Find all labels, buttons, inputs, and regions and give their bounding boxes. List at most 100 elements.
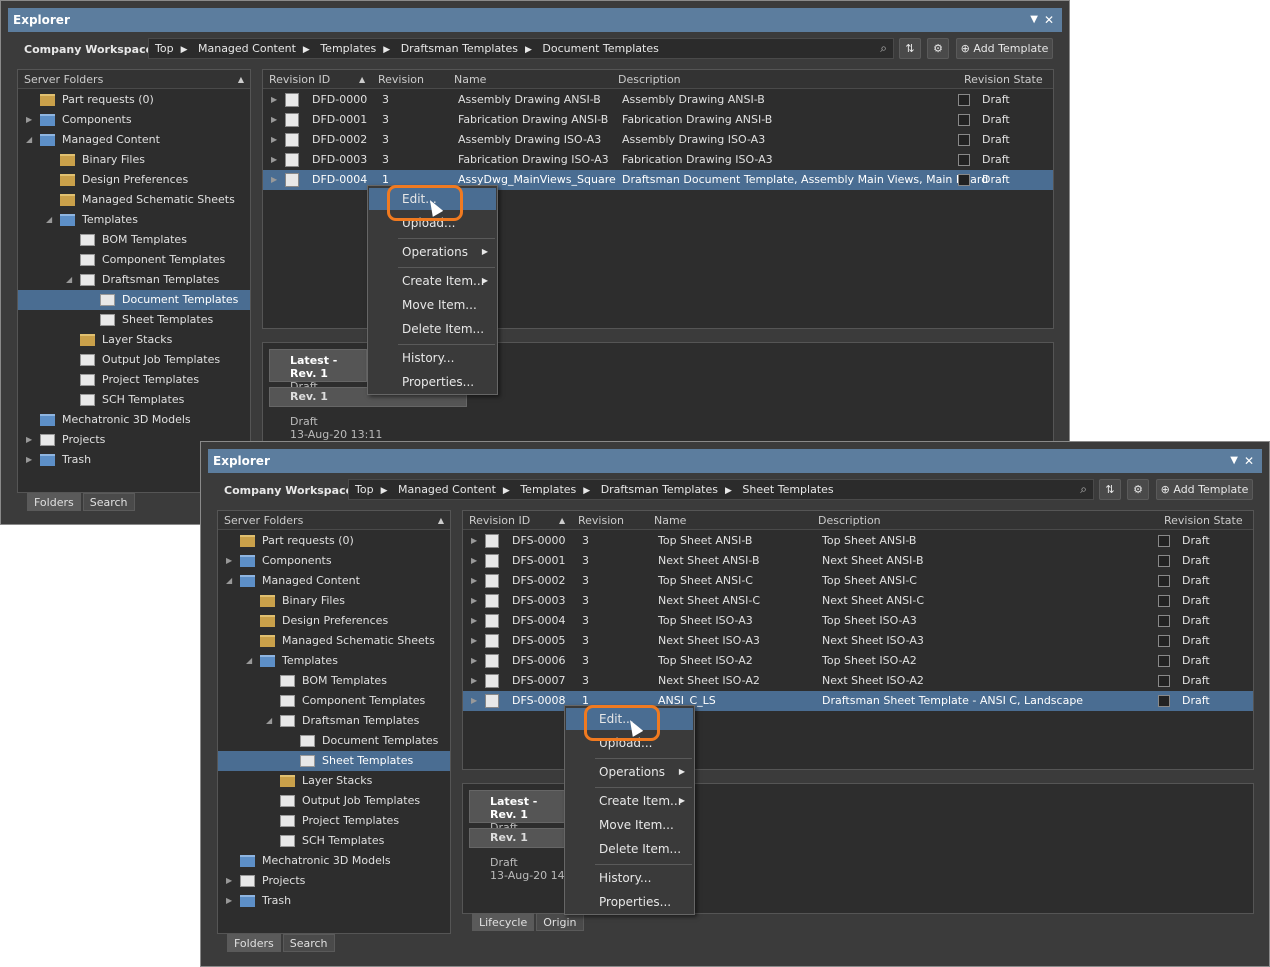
add-template-button[interactable]: ⊕ Add Template	[956, 38, 1053, 59]
menu-move-item[interactable]: Move Item...	[369, 294, 496, 316]
table-row[interactable]: ▶ DFS-0003 3 Next Sheet ANSI-C Next Sheet AN…	[463, 591, 1253, 611]
expand-arrow-icon[interactable]: ▶	[26, 430, 32, 450]
dropdown-arrow-icon[interactable]: ▼	[1230, 449, 1238, 473]
search-icon[interactable]: ⌕	[880, 39, 887, 58]
menu-properties[interactable]: Properties...	[566, 891, 693, 913]
col-name[interactable]: Name	[454, 70, 486, 89]
refresh-button[interactable]: ⇅	[899, 38, 921, 59]
crumb-managed-content[interactable]: Managed Content	[198, 42, 296, 55]
crumb-top[interactable]: Top	[155, 42, 174, 55]
crumb-top[interactable]: Top	[355, 483, 374, 496]
col-revision-state[interactable]: Revision State	[1164, 511, 1243, 530]
checkbox[interactable]	[1158, 575, 1170, 587]
expand-arrow-icon[interactable]: ▶	[471, 531, 477, 551]
col-revision-id[interactable]: Revision ID	[469, 511, 530, 530]
settings-button[interactable]: ⚙	[927, 38, 949, 59]
expand-arrow-icon[interactable]: ◢	[226, 571, 232, 591]
tree-item-binary-files[interactable]: Binary Files	[218, 591, 450, 611]
crumb-document-templates[interactable]: Document Templates	[542, 42, 658, 55]
expand-arrow-icon[interactable]: ▶	[271, 130, 277, 150]
tree-item-output-job-templates[interactable]: Output Job Templates	[18, 350, 250, 370]
tree-item-project-templates[interactable]: Project Templates	[18, 370, 250, 390]
tree-item-part-requests[interactable]: Part requests (0)	[218, 531, 450, 551]
tree-item-layer-stacks[interactable]: Layer Stacks	[218, 771, 450, 791]
expand-arrow-icon[interactable]: ▶	[271, 170, 277, 190]
tree-item-components[interactable]: ▶ Components	[18, 110, 250, 130]
menu-create-item[interactable]: Create Item... ▶	[566, 790, 693, 812]
menu-delete-item[interactable]: Delete Item...	[566, 838, 693, 860]
tab-lifecycle[interactable]: Lifecycle	[472, 913, 535, 931]
tree-item-bom-templates[interactable]: BOM Templates	[218, 671, 450, 691]
col-name[interactable]: Name	[654, 511, 686, 530]
expand-arrow-icon[interactable]: ▶	[226, 871, 232, 891]
tree-item-component-templates[interactable]: Component Templates	[218, 691, 450, 711]
tab-search[interactable]: Search	[282, 934, 335, 952]
expand-arrow-icon[interactable]: ▶	[471, 631, 477, 651]
table-row[interactable]: ▶ DFD-0003 3 Fabrication Drawing ISO-A3 Fabr…	[263, 150, 1053, 170]
tree-item-design-preferences[interactable]: Design Preferences	[18, 170, 250, 190]
table-row[interactable]: ▶ DFS-0006 3 Top Sheet ISO-A2 Top Sheet ISO-…	[463, 651, 1253, 671]
tree-item-trash[interactable]: ▶ Trash	[218, 891, 450, 911]
add-template-button[interactable]: ⊕ Add Template	[1156, 479, 1253, 500]
close-icon[interactable]: ✕	[1044, 8, 1054, 32]
checkbox[interactable]	[1158, 535, 1170, 547]
tab-origin[interactable]: Origin	[536, 913, 584, 931]
tree-item-bom-templates[interactable]: BOM Templates	[18, 230, 250, 250]
col-description[interactable]: Description	[618, 70, 681, 89]
expand-arrow-icon[interactable]: ▶	[471, 591, 477, 611]
expand-arrow-icon[interactable]: ◢	[46, 210, 52, 230]
menu-properties[interactable]: Properties...	[369, 371, 496, 393]
checkbox[interactable]	[958, 174, 970, 186]
table-row[interactable]: ▶ DFS-0002 3 Top Sheet ANSI-C Top Sheet ANSI…	[463, 571, 1253, 591]
table-row[interactable]: ▶ DFS-0001 3 Next Sheet ANSI-B Next Sheet AN…	[463, 551, 1253, 571]
expand-arrow-icon[interactable]: ▶	[271, 110, 277, 130]
tree-item-draftsman-templates[interactable]: ◢ Draftsman Templates	[218, 711, 450, 731]
crumb-templates[interactable]: Templates	[320, 42, 376, 55]
latest-revision-card[interactable]: Latest - Rev. 1 Draft	[269, 349, 367, 393]
expand-arrow-icon[interactable]: ▶	[226, 551, 232, 571]
expand-arrow-icon[interactable]: ▶	[471, 691, 477, 711]
tree-item-mechatronic-3d-models[interactable]: Mechatronic 3D Models	[218, 851, 450, 871]
expand-arrow-icon[interactable]: ▶	[471, 611, 477, 631]
server-folders-header[interactable]: Server Folders ▲	[218, 511, 450, 530]
dropdown-arrow-icon[interactable]: ▼	[1030, 8, 1038, 32]
tree-item-binary-files[interactable]: Binary Files	[18, 150, 250, 170]
tree-item-managed-content[interactable]: ◢ Managed Content	[218, 571, 450, 591]
workspace-selector[interactable]: Company Workspace ▾	[224, 484, 362, 497]
tree-item-templates[interactable]: ◢ Templates	[218, 651, 450, 671]
menu-delete-item[interactable]: Delete Item...	[369, 318, 496, 340]
menu-history[interactable]: History...	[369, 347, 496, 369]
tree-item-mechatronic-3d-models[interactable]: Mechatronic 3D Models	[18, 410, 250, 430]
expand-arrow-icon[interactable]: ▶	[26, 110, 32, 130]
col-description[interactable]: Description	[818, 511, 881, 530]
expand-arrow-icon[interactable]: ▶	[26, 450, 32, 470]
expand-arrow-icon[interactable]: ▶	[471, 671, 477, 691]
tree-item-project-templates[interactable]: Project Templates	[218, 811, 450, 831]
settings-button[interactable]: ⚙	[1127, 479, 1149, 500]
crumb-templates[interactable]: Templates	[520, 483, 576, 496]
search-icon[interactable]: ⌕	[1080, 480, 1087, 499]
tree-item-sch-templates[interactable]: SCH Templates	[18, 390, 250, 410]
tree-item-managed-schematic-sheets[interactable]: Managed Schematic Sheets	[218, 631, 450, 651]
expand-arrow-icon[interactable]: ▶	[471, 651, 477, 671]
menu-move-item[interactable]: Move Item...	[566, 814, 693, 836]
tree-item-managed-schematic-sheets[interactable]: Managed Schematic Sheets	[18, 190, 250, 210]
checkbox[interactable]	[1158, 555, 1170, 567]
menu-create-item[interactable]: Create Item... ▶	[369, 270, 496, 292]
expand-arrow-icon[interactable]: ◢	[66, 270, 72, 290]
latest-revision-card[interactable]: Latest - Rev. 1 Draft	[469, 790, 567, 834]
server-folders-header[interactable]: Server Folders ▲	[18, 70, 250, 89]
expand-arrow-icon[interactable]: ◢	[246, 651, 252, 671]
tab-folders[interactable]: Folders	[227, 934, 281, 952]
tree-item-layer-stacks[interactable]: Layer Stacks	[18, 330, 250, 350]
checkbox[interactable]	[958, 114, 970, 126]
tree-item-document-templates[interactable]: Document Templates	[218, 731, 450, 751]
tree-item-document-templates[interactable]: Document Templates	[18, 290, 250, 310]
table-row[interactable]: ▶ DFS-0005 3 Next Sheet ISO-A3 Next Sheet IS…	[463, 631, 1253, 651]
expand-arrow-icon[interactable]: ▶	[471, 551, 477, 571]
table-row[interactable]: ▶ DFD-0002 3 Assembly Drawing ISO-A3 Assembl…	[263, 130, 1053, 150]
checkbox[interactable]	[1158, 655, 1170, 667]
table-row[interactable]: ▶ DFS-0000 3 Top Sheet ANSI-B Top Sheet ANSI…	[463, 531, 1253, 551]
crumb-sheet-templates[interactable]: Sheet Templates	[742, 483, 833, 496]
checkbox[interactable]	[1158, 615, 1170, 627]
